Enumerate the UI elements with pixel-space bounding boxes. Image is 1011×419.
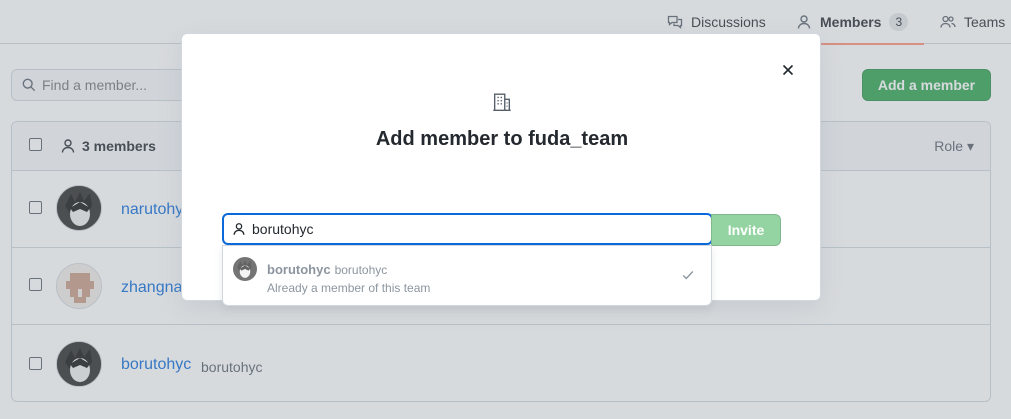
person-icon — [233, 223, 245, 235]
dialog-title: Add member to fuda_team — [375, 128, 629, 150]
member-search-input[interactable] — [252, 221, 692, 237]
avatar — [233, 257, 257, 281]
close-icon[interactable] — [780, 62, 796, 78]
suggestion-display-name: borutohyc — [267, 262, 331, 277]
suggestion-note: Already a member of this team — [267, 281, 431, 295]
invite-button[interactable]: Invite — [711, 214, 781, 246]
autocomplete-suggestion[interactable]: borutohyc borutohyc Already a member of t… — [222, 245, 712, 306]
member-search-field[interactable] — [222, 213, 713, 245]
suggestion-login: borutohyc — [334, 263, 388, 277]
check-icon — [682, 271, 694, 280]
suggestion-name: borutohyc borutohyc — [267, 262, 387, 277]
organization-icon — [493, 93, 511, 111]
anime-avatar-icon — [233, 257, 257, 281]
